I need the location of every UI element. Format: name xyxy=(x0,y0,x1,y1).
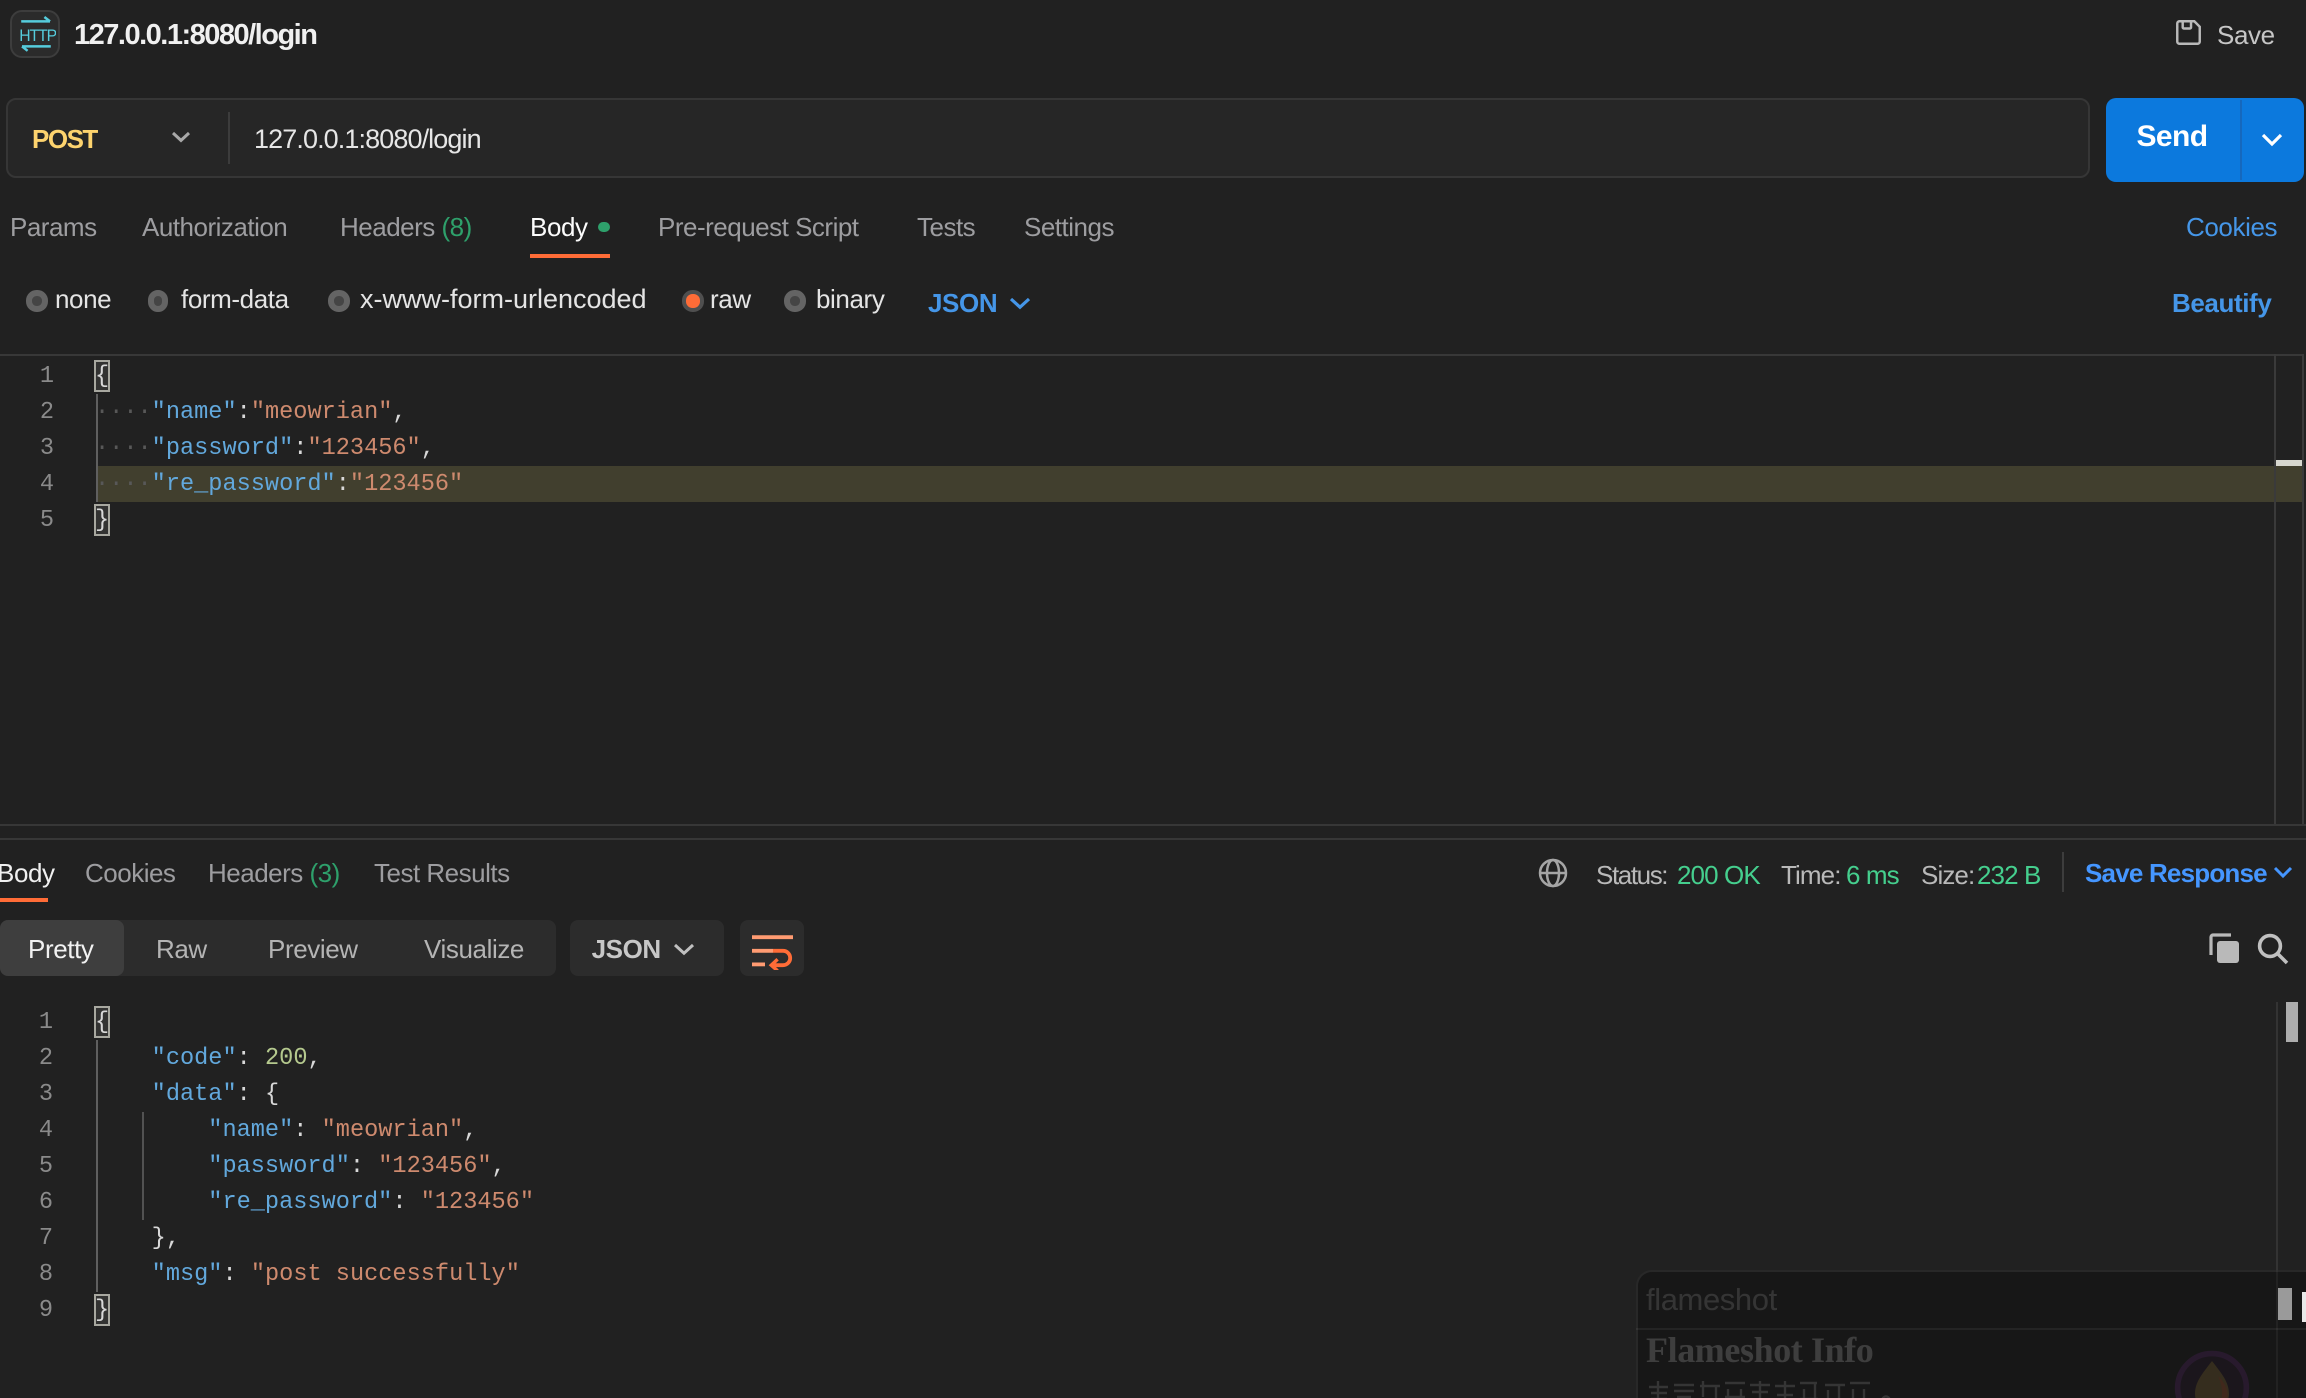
svg-text:HTTP: HTTP xyxy=(18,26,55,44)
